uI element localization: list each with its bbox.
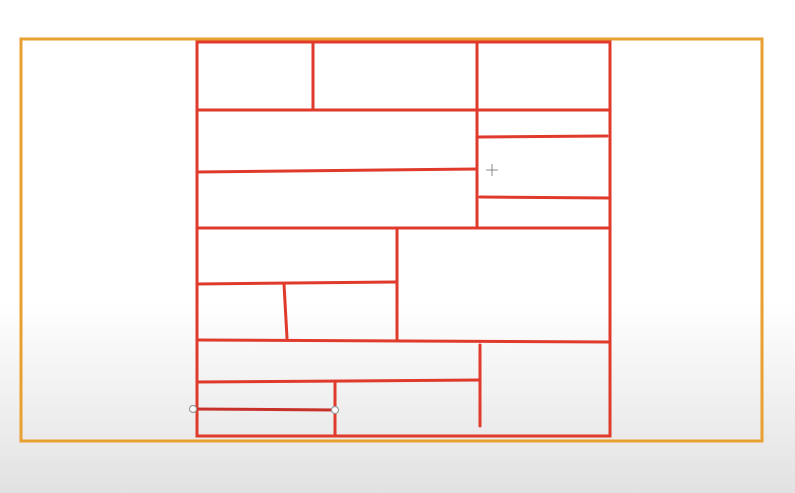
line-endpoint-handle[interactable] [330, 405, 340, 415]
selected-line[interactable] [191, 407, 337, 412]
partition-line [195, 338, 612, 344]
partition-line [195, 378, 482, 384]
partition-line [478, 195, 612, 200]
drawing-canvas[interactable] [0, 0, 795, 493]
line-endpoint-handle[interactable] [188, 404, 198, 414]
floor-plan-border [195, 40, 612, 438]
partition-line [195, 167, 479, 174]
partition-line [282, 282, 289, 340]
move-crosshair-icon [486, 164, 498, 176]
partition-line [477, 134, 609, 139]
partition-line [195, 280, 399, 286]
